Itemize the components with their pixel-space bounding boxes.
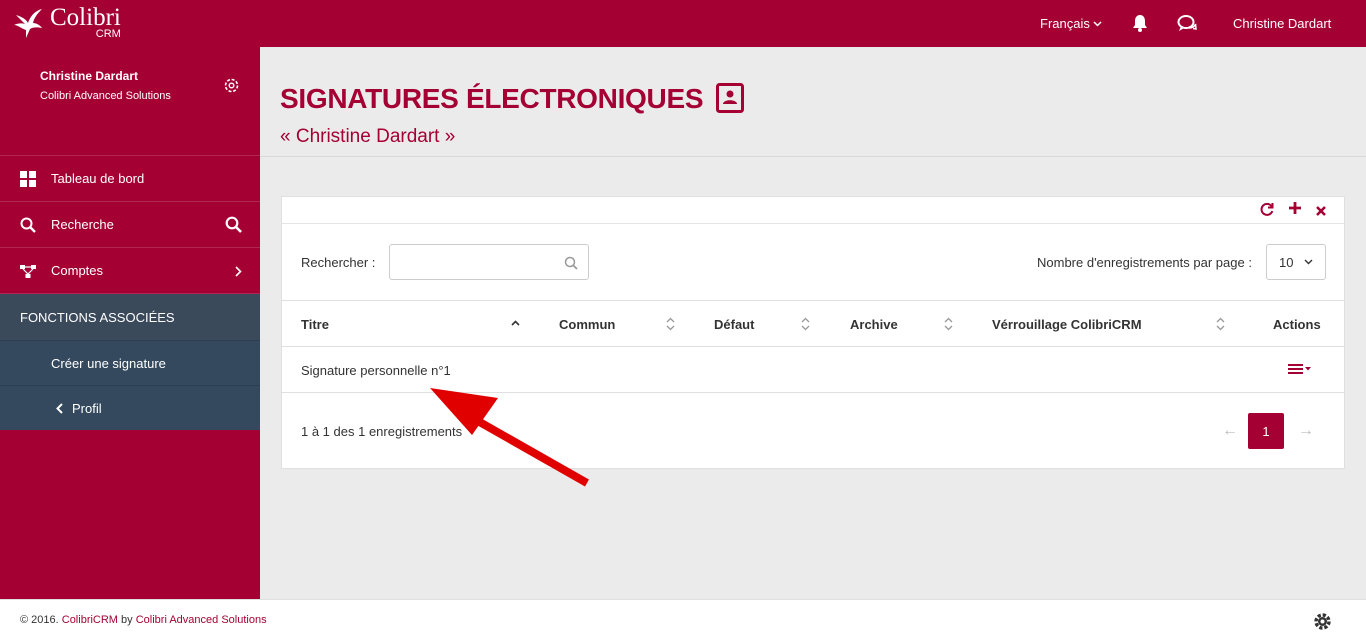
pagination-next[interactable]: → [1298,422,1314,440]
sort-icon[interactable] [666,317,675,331]
related-functions-heading: FONCTIONS ASSOCIÉES [0,294,260,340]
sort-icon[interactable] [944,317,953,331]
column-header-common[interactable]: Commun [559,317,615,332]
refresh-icon[interactable] [1260,202,1274,219]
sidebar-profile: Christine Dardart Colibri Advanced Solut… [0,47,260,156]
panel-toolbar [282,197,1344,224]
page-title: SIGNATURES ÉLECTRONIQUES [280,83,704,114]
table-header: Titre Commun Défaut Archive Vérrouillage… [282,301,1344,347]
per-page-value: 10 [1279,254,1294,270]
sidebar: Christine Dardart Colibri Advanced Solut… [0,47,260,599]
sidebar-item-label: Créer une signature [51,355,166,371]
top-navbar: Colibri CRM Français Christine Dardart [0,0,1366,47]
pagination-prev[interactable]: ← [1222,422,1238,440]
search-row: Rechercher : Nombre d'enregistrements pa… [282,224,1344,301]
search-field[interactable] [389,244,589,280]
bell-icon[interactable] [1131,14,1149,32]
per-page-select[interactable]: 10 [1266,244,1326,280]
search-input[interactable] [390,245,550,279]
sidebar-item-label: Recherche [51,217,114,232]
copyright-by: by [117,614,136,626]
top-user-name[interactable]: Christine Dardart [1233,16,1331,31]
page-header: SIGNATURES ÉLECTRONIQUES « Christine Dar… [260,47,1366,157]
search-icon [20,217,36,233]
actions-menu-icon[interactable] [1288,363,1312,375]
sidebar-item-label: Tableau de bord [51,171,145,186]
search-icon[interactable] [225,216,242,233]
chevron-down-icon [1304,259,1313,265]
profile-org: Colibri Advanced Solutions [40,90,171,102]
gear-icon[interactable] [223,77,240,94]
per-page-label: Nombre d'enregistrements par page : [1037,255,1252,270]
sort-asc-icon[interactable] [511,320,520,326]
search-label: Rechercher : [301,255,376,270]
settings-gear-icon[interactable] [1313,612,1332,631]
sort-icon[interactable] [801,317,810,331]
sidebar-item-label: Comptes [51,263,104,278]
brand-logo[interactable]: Colibri CRM [12,5,121,41]
contact-card-icon [716,83,744,113]
column-header-title[interactable]: Titre [301,317,329,332]
sidebar-item-dashboard[interactable]: Tableau de bord [0,156,260,202]
sidebar-item-create-signature[interactable]: Créer une signature [0,340,260,385]
chevron-down-icon [1093,20,1102,27]
close-icon[interactable] [1316,204,1326,219]
search-icon [564,256,578,270]
network-icon [20,265,36,278]
add-icon[interactable] [1289,202,1301,217]
chevron-right-icon [235,266,242,277]
profile-name[interactable]: Christine Dardart [40,69,138,83]
page-footer: © 2016. ColibriCRM by Colibri Advanced S… [0,599,1366,644]
chat-icon[interactable] [1177,14,1197,32]
column-header-lock[interactable]: Vérrouillage ColibriCRM [992,317,1142,332]
column-header-default[interactable]: Défaut [714,317,754,332]
chevron-left-icon [56,403,63,414]
signature-title-cell[interactable]: Signature personnelle n°1 [301,363,451,378]
copyright: © 2016. ColibriCRM by Colibri Advanced S… [20,614,267,626]
column-header-actions: Actions [1273,317,1321,332]
sidebar-item-profile[interactable]: Profil [0,385,260,430]
language-selector[interactable]: Français [1040,16,1102,31]
brand-name: Colibri [50,4,121,31]
page-subtitle: « Christine Dardart » [280,126,456,147]
copyright-prefix: © 2016. [20,614,62,626]
annotation-arrow-icon [430,388,589,487]
hummingbird-logo-icon [14,9,42,38]
sidebar-item-label: Profil [72,400,102,416]
company-link[interactable]: Colibri Advanced Solutions [136,614,267,626]
sidebar-item-accounts[interactable]: Comptes [0,248,260,294]
sort-icon[interactable] [1216,317,1225,331]
sidebar-item-search[interactable]: Recherche [0,202,260,248]
language-label: Français [1040,16,1090,31]
grid-icon [20,171,36,187]
column-header-archive[interactable]: Archive [850,317,898,332]
product-link[interactable]: ColibriCRM [62,614,118,626]
pagination-page-1[interactable]: 1 [1248,413,1284,449]
